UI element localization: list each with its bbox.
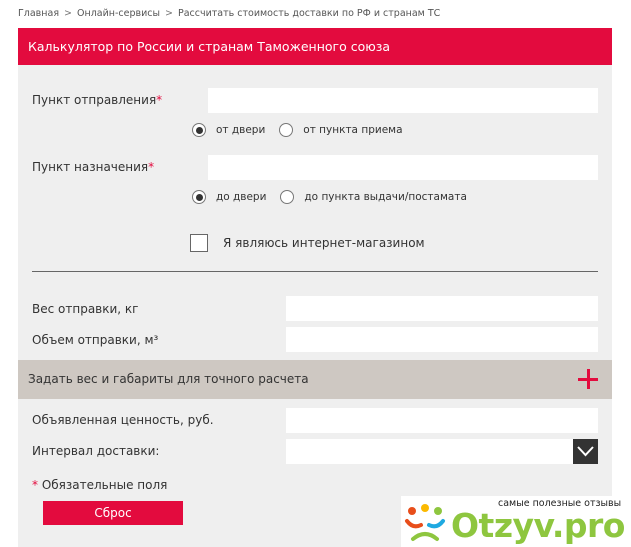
page-title: Калькулятор по России и странам Таможенн…	[18, 28, 612, 65]
required-mark: *	[156, 93, 163, 107]
delivery-interval-select[interactable]	[286, 439, 598, 464]
breadcrumb: Главная > Онлайн-сервисы > Рассчитать стоимо…	[18, 8, 440, 19]
divider	[32, 271, 598, 272]
breadcrumb-home[interactable]: Главная	[18, 8, 59, 19]
radio-to-pickup-point[interactable]	[280, 190, 295, 204]
reset-button[interactable]: Сброс	[43, 501, 183, 525]
departure-input[interactable]	[208, 88, 598, 113]
volume-label: Объем отправки, м³	[32, 333, 159, 347]
declared-value-label: Объявленная ценность, руб.	[32, 413, 214, 427]
dimensions-toggle[interactable]: Задать вес и габариты для точного расчет…	[18, 360, 612, 399]
radio-from-door-label[interactable]: от двери	[216, 124, 265, 136]
required-fields-note: * Обязательные поля	[32, 478, 168, 492]
required-mark: *	[148, 160, 155, 174]
weight-input[interactable]	[286, 296, 598, 321]
plus-icon[interactable]	[578, 369, 598, 389]
radio-from-door[interactable]	[192, 123, 206, 137]
radio-to-pickup-point-label[interactable]: до пункта выдачи/постамата	[304, 191, 466, 203]
otzyv-logo-icon	[403, 503, 447, 547]
chevron-down-icon[interactable]	[573, 439, 598, 464]
breadcrumb-online-services[interactable]: Онлайн-сервисы	[77, 8, 160, 19]
calculator-panel: Калькулятор по России и странам Таможенн…	[18, 28, 612, 547]
watermark: самые полезные отзывы Otzyv.pro	[401, 496, 631, 547]
breadcrumb-current: Рассчитать стоимость доставки по РФ и ст…	[177, 8, 441, 19]
delivery-interval-label: Интервал доставки:	[32, 444, 160, 458]
departure-options: от двери от пункта приема	[192, 123, 403, 137]
destination-label: Пункт назначения*	[32, 160, 155, 174]
radio-from-pickup-point-label[interactable]: от пункта приема	[303, 124, 402, 136]
departure-label: Пункт отправления*	[32, 93, 163, 107]
destination-options: до двери до пункта выдачи/постамата	[192, 190, 467, 204]
declared-value-input[interactable]	[286, 408, 598, 433]
weight-label: Вес отправки, кг	[32, 302, 139, 316]
destination-input[interactable]	[208, 155, 598, 180]
breadcrumb-separator: >	[64, 8, 73, 19]
watermark-brand: Otzyv.pro	[451, 506, 625, 545]
volume-input[interactable]	[286, 327, 598, 352]
radio-to-door-label[interactable]: до двери	[216, 191, 266, 203]
dimensions-toggle-label: Задать вес и габариты для точного расчет…	[28, 372, 309, 386]
online-store-label[interactable]: Я являюсь интернет-магазином	[223, 236, 425, 250]
radio-to-door[interactable]	[192, 190, 206, 204]
breadcrumb-separator: >	[165, 8, 173, 19]
radio-from-pickup-point[interactable]	[279, 123, 294, 137]
online-store-checkbox[interactable]	[190, 234, 208, 252]
required-mark: *	[32, 478, 38, 492]
